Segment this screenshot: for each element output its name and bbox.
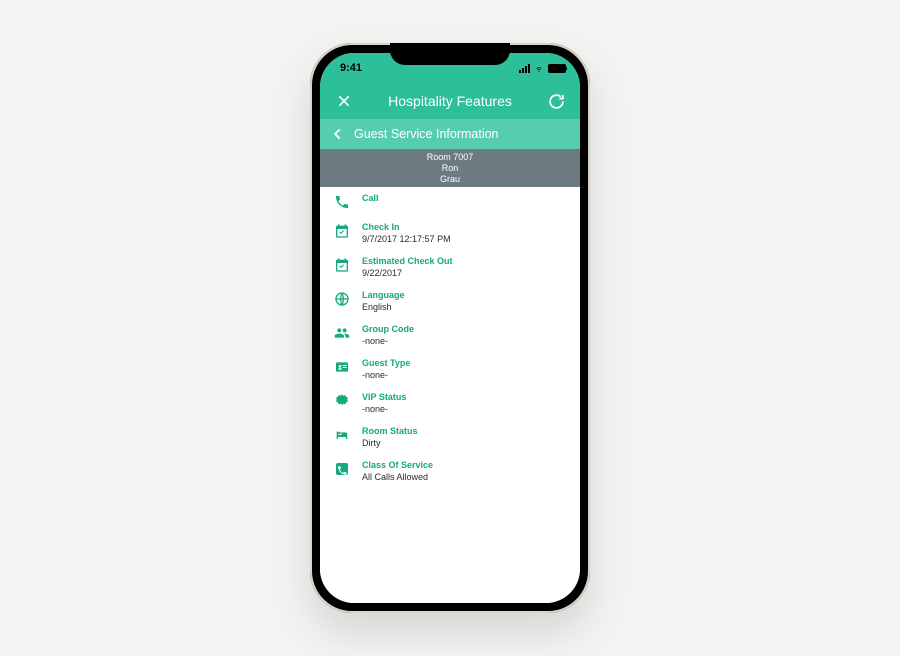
room-info-bar: Room 7007 Ron Grau [320,149,580,187]
check-in-label: Check In [362,222,566,232]
class-of-service-value: All Calls Allowed [362,472,566,482]
sub-title: Guest Service Information [354,127,499,141]
phone-square-icon [334,461,350,477]
screen: 9:41 Hospitality Features Guest Service … [320,53,580,603]
check-out-label: Estimated Check Out [362,256,566,266]
vip-status-value: -none- [362,404,566,414]
guest-type-value: -none- [362,370,566,380]
room-status-label: Room Status [362,426,566,436]
wifi-icon [533,64,545,73]
row-guest-type: Guest Type -none- [320,352,580,386]
sub-header: Guest Service Information [320,119,580,149]
globe-icon [334,291,350,307]
chevron-left-icon [331,127,345,141]
class-of-service-label: Class Of Service [362,460,566,470]
calendar-check-icon [334,223,350,239]
room-number: Room 7007 [320,152,580,163]
group-code-label: Group Code [362,324,566,334]
phone-frame: 9:41 Hospitality Features Guest Service … [310,43,590,613]
row-check-out: Estimated Check Out 9/22/2017 [320,250,580,284]
group-icon [334,325,350,341]
check-in-value: 9/7/2017 12:17:57 PM [362,234,566,244]
content-list[interactable]: Call Check In 9/7/2017 12:17:57 PM Estim… [320,187,580,603]
row-check-in: Check In 9/7/2017 12:17:57 PM [320,216,580,250]
status-right [519,64,566,73]
id-card-icon [334,359,350,375]
close-icon [336,93,352,109]
calendar-icon [334,257,350,273]
refresh-icon [548,93,565,110]
guest-last-name: Grau [320,174,580,185]
row-class-of-service: Class Of Service All Calls Allowed [320,454,580,488]
bed-icon [334,427,350,443]
call-label: Call [362,193,566,203]
title-bar: Hospitality Features [320,83,580,119]
row-language: Language English [320,284,580,318]
signal-icon [519,64,530,73]
refresh-button[interactable] [546,91,566,111]
page-title: Hospitality Features [388,93,512,109]
row-room-status: Room Status Dirty [320,420,580,454]
battery-icon [548,64,566,73]
language-value: English [362,302,566,312]
row-call[interactable]: Call [320,187,580,216]
status-time: 9:41 [340,62,362,74]
row-group-code: Group Code -none- [320,318,580,352]
language-label: Language [362,290,566,300]
back-button[interactable] [328,124,348,144]
check-out-value: 9/22/2017 [362,268,566,278]
badge-icon [334,393,350,409]
guest-first-name: Ron [320,163,580,174]
close-button[interactable] [334,91,354,111]
notch [390,43,510,65]
vip-status-label: VIP Status [362,392,566,402]
guest-type-label: Guest Type [362,358,566,368]
phone-icon [334,194,350,210]
group-code-value: -none- [362,336,566,346]
room-status-value: Dirty [362,438,566,448]
row-vip-status: VIP Status -none- [320,386,580,420]
